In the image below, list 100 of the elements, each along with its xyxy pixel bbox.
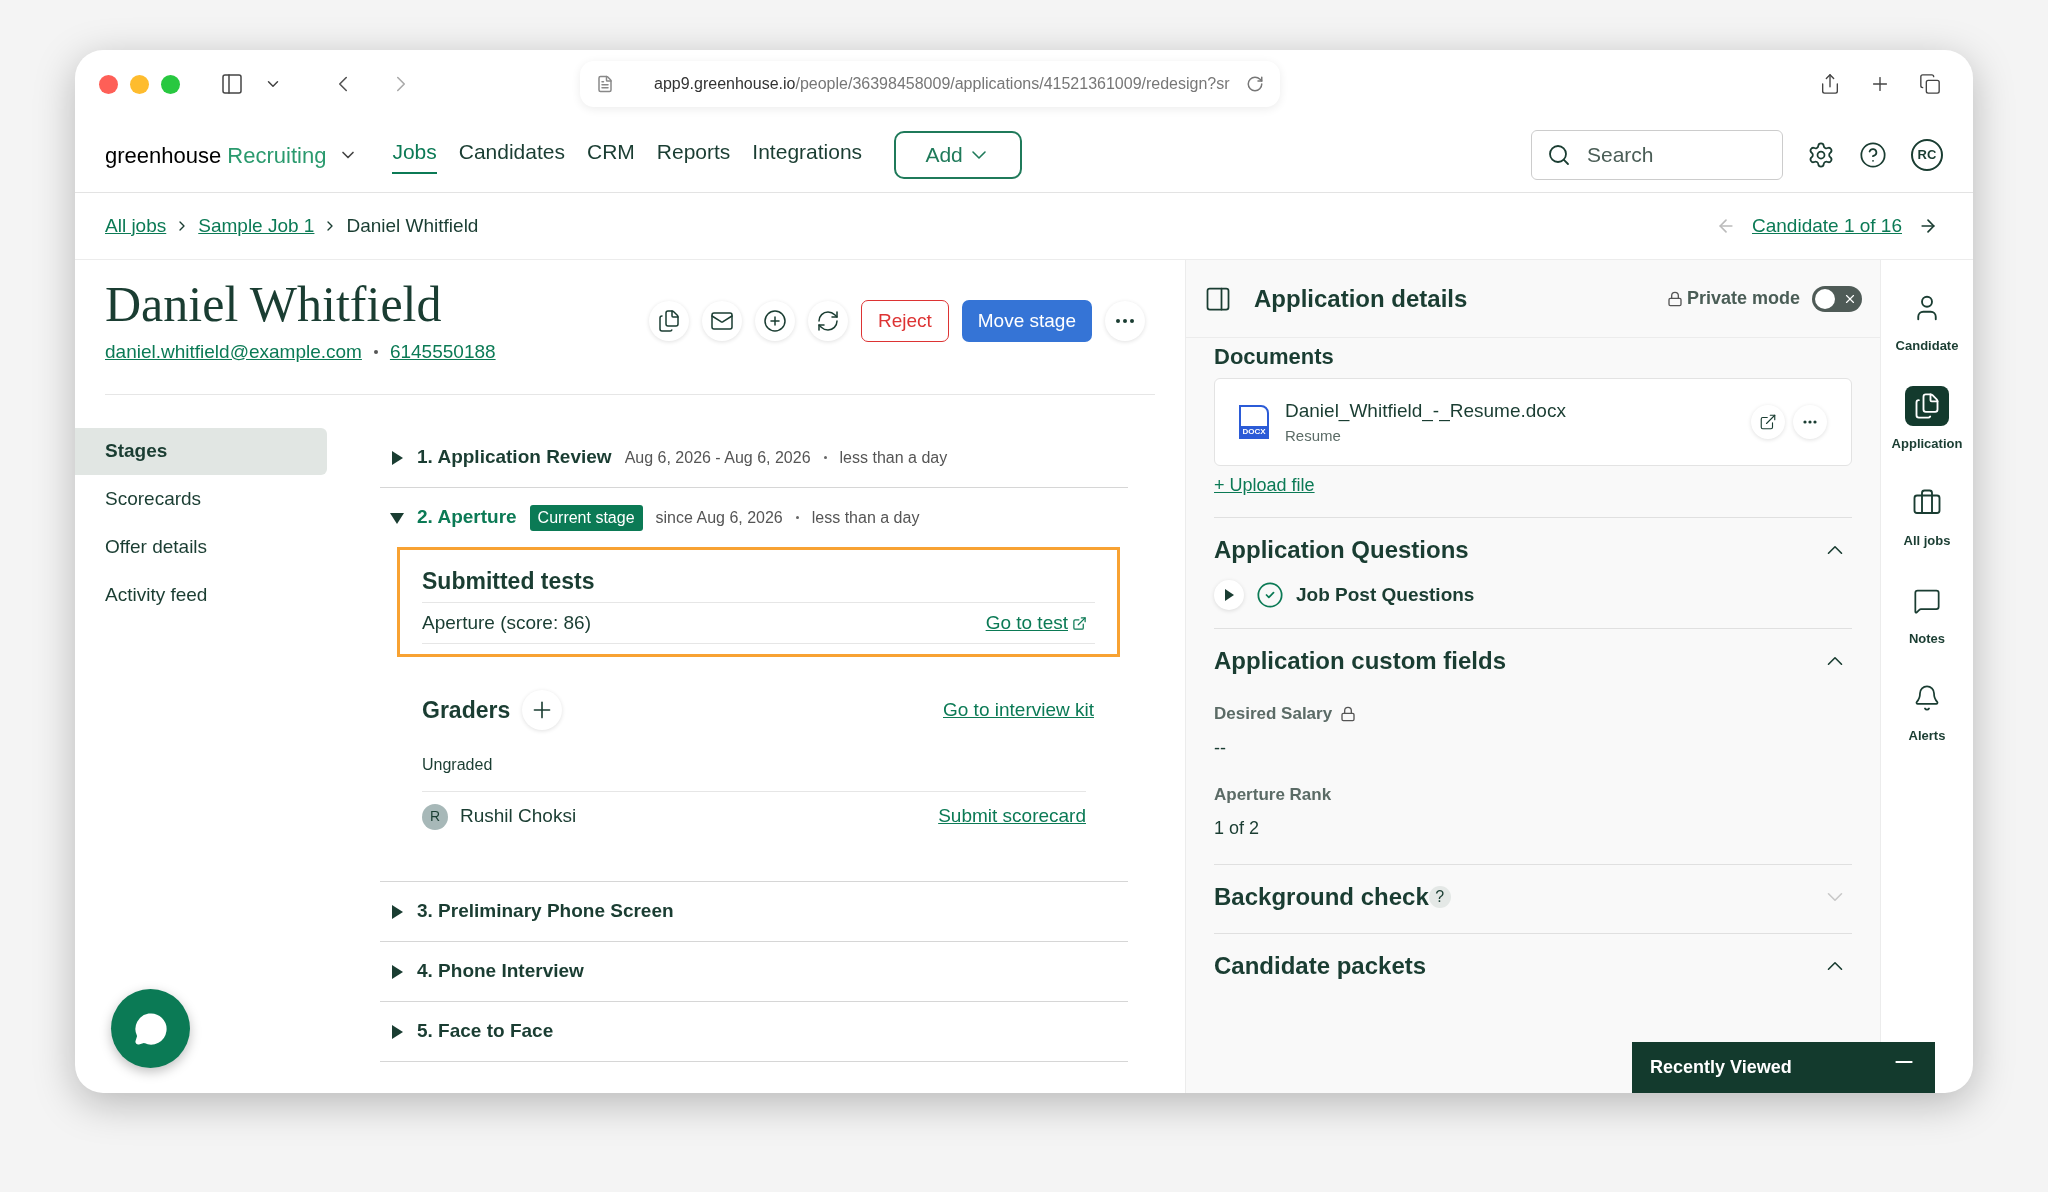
rail-tab[interactable]: Candidate <box>1895 288 1959 356</box>
section-title: Documents <box>1214 344 1335 370</box>
private-mode-label: Private mode <box>1686 287 1800 310</box>
candidate-name: Daniel Whitfield <box>105 275 443 334</box>
chat-icon <box>133 1011 168 1046</box>
grader-avatar: R <box>422 803 448 830</box>
settings-icon[interactable] <box>1807 141 1835 169</box>
section-title: Submitted tests <box>422 566 596 596</box>
url-text: app9.greenhouse.io/people/36398458009/applications/41521361009/redesign?sr <box>654 74 1230 94</box>
section-title[interactable]: Background check <box>1214 879 1429 915</box>
test-result: Aperture (score: 86) <box>422 610 591 635</box>
section-title: Graders <box>422 695 511 725</box>
expand-button[interactable] <box>1214 580 1244 610</box>
help-icon[interactable] <box>1859 141 1887 169</box>
docx-file-icon: DOCX <box>1239 405 1269 439</box>
interview-kit-link[interactable]: Go to interview kit <box>943 695 1094 725</box>
copy-icon <box>656 309 681 333</box>
stage-title[interactable]: 5. Face to Face <box>417 1017 554 1046</box>
page-icon <box>596 75 614 93</box>
reject-button[interactable]: Reject <box>860 300 949 342</box>
search-field[interactable]: Search <box>1531 130 1783 180</box>
question-group[interactable]: Job Post Questions <box>1296 580 1475 610</box>
nav-link[interactable]: Candidates <box>458 136 565 174</box>
side-nav-item[interactable]: Scorecards <box>75 476 327 523</box>
search-icon <box>1547 143 1571 167</box>
nav-link[interactable]: CRM <box>587 136 635 174</box>
caret-right-icon[interactable] <box>390 963 404 980</box>
sidebar-toggle-icon[interactable] <box>220 72 244 96</box>
breadcrumb-current: Daniel Whitfield <box>346 213 479 238</box>
more-icon <box>1803 420 1817 424</box>
copy-button[interactable] <box>648 301 689 341</box>
submit-scorecard-link[interactable]: Submit scorecard <box>938 802 1086 831</box>
go-to-test-link[interactable]: Go to test <box>985 608 1087 638</box>
private-mode-toggle[interactable] <box>1812 285 1862 312</box>
add-button[interactable]: Add <box>894 131 1023 179</box>
stage-dates: Aug 6, 2026 - Aug 6, 2026 <box>624 447 811 468</box>
refresh-icon <box>815 309 840 333</box>
document-name[interactable]: Daniel_Whitfield_-_Resume.docx <box>1285 396 1566 425</box>
email-button[interactable] <box>701 301 742 341</box>
section-title[interactable]: Candidate packets <box>1214 948 1427 984</box>
section-title[interactable]: Application custom fields <box>1214 643 1507 679</box>
candidate-pager-link[interactable]: Candidate 1 of 16 <box>1752 211 1902 241</box>
add-grader-button[interactable] <box>522 690 563 730</box>
phone-link[interactable]: 6145550188 <box>389 338 496 367</box>
caret-right-icon[interactable] <box>390 449 404 466</box>
email-link[interactable]: daniel.whitfield@example.com <box>105 338 362 367</box>
field-value: -- <box>1214 736 1227 760</box>
grader-name: Rushil Choksi <box>460 804 577 829</box>
rail-tab[interactable]: Application <box>1891 385 1963 453</box>
plus-circle-icon <box>762 309 787 333</box>
rail-tab[interactable]: Alerts <box>1905 678 1949 746</box>
bell-icon <box>1913 684 1941 712</box>
rail-tab[interactable]: Notes <box>1905 580 1949 648</box>
field-label: Desired Salary <box>1214 703 1333 725</box>
grading-status: Ungraded <box>422 755 494 775</box>
caret-right-icon[interactable] <box>390 903 404 920</box>
current-stage-badge: Current stage <box>529 504 643 531</box>
field-label: Aperture Rank <box>1214 783 1332 806</box>
stage-duration: less than a day <box>811 507 920 528</box>
help-badge[interactable]: ? <box>1428 886 1451 908</box>
rail-tab[interactable]: All jobs <box>1903 483 1951 551</box>
side-nav-item[interactable]: Stages <box>75 428 327 475</box>
address-bar[interactable]: app9.greenhouse.io/people/36398458009/applications/41521361009/redesign?sr <box>580 61 1280 107</box>
check-circle-icon <box>1256 581 1284 609</box>
breadcrumb-link[interactable]: All jobs <box>105 211 167 241</box>
caret-right-icon[interactable] <box>390 1023 404 1040</box>
lock-icon <box>1666 290 1683 307</box>
reload-icon[interactable] <box>1245 75 1264 93</box>
mail-icon <box>709 309 734 333</box>
side-nav-item[interactable]: Offer details <box>75 524 327 571</box>
external-link-icon <box>1072 615 1087 631</box>
breadcrumb-link[interactable]: Sample Job 1 <box>198 211 315 241</box>
stage-duration: less than a day <box>839 447 948 468</box>
open-external-button[interactable] <box>1751 405 1785 439</box>
side-nav-item[interactable]: Activity feed <box>75 572 327 619</box>
share-icon[interactable] <box>1819 73 1841 95</box>
nav-link[interactable]: Reports <box>656 136 731 174</box>
recently-viewed-bar[interactable]: Recently Viewed <box>1632 1042 1935 1093</box>
tabs-icon[interactable] <box>1919 73 1941 95</box>
stage-title[interactable]: 1. Application Review <box>417 443 612 472</box>
user-avatar[interactable]: RC <box>1911 139 1943 171</box>
nav-link[interactable]: Jobs <box>392 136 437 174</box>
stage-title[interactable]: 4. Phone Interview <box>417 957 584 986</box>
nav-link[interactable]: Integrations <box>752 136 863 174</box>
add-button[interactable] <box>754 301 795 341</box>
more-button[interactable] <box>1105 301 1145 341</box>
chat-button[interactable] <box>111 989 190 1068</box>
panel-title: Application details <box>1254 283 1468 314</box>
document-type: Resume <box>1285 426 1342 446</box>
more-icon <box>1116 319 1134 323</box>
external-link-icon <box>1759 413 1777 431</box>
transfer-button[interactable] <box>807 301 848 341</box>
stage-title[interactable]: 3. Preliminary Phone Screen <box>417 897 674 926</box>
stage-title[interactable]: 2. Aperture <box>417 503 517 532</box>
brand-logo[interactable]: greenhouse Recruiting <box>105 138 327 172</box>
field-value: 1 of 2 <box>1214 817 1261 840</box>
move-stage-button[interactable]: Move stage <box>961 300 1092 342</box>
files-icon <box>1913 391 1941 420</box>
upload-file-link[interactable]: + Upload file <box>1214 472 1852 499</box>
section-title[interactable]: Application Questions <box>1214 532 1469 568</box>
